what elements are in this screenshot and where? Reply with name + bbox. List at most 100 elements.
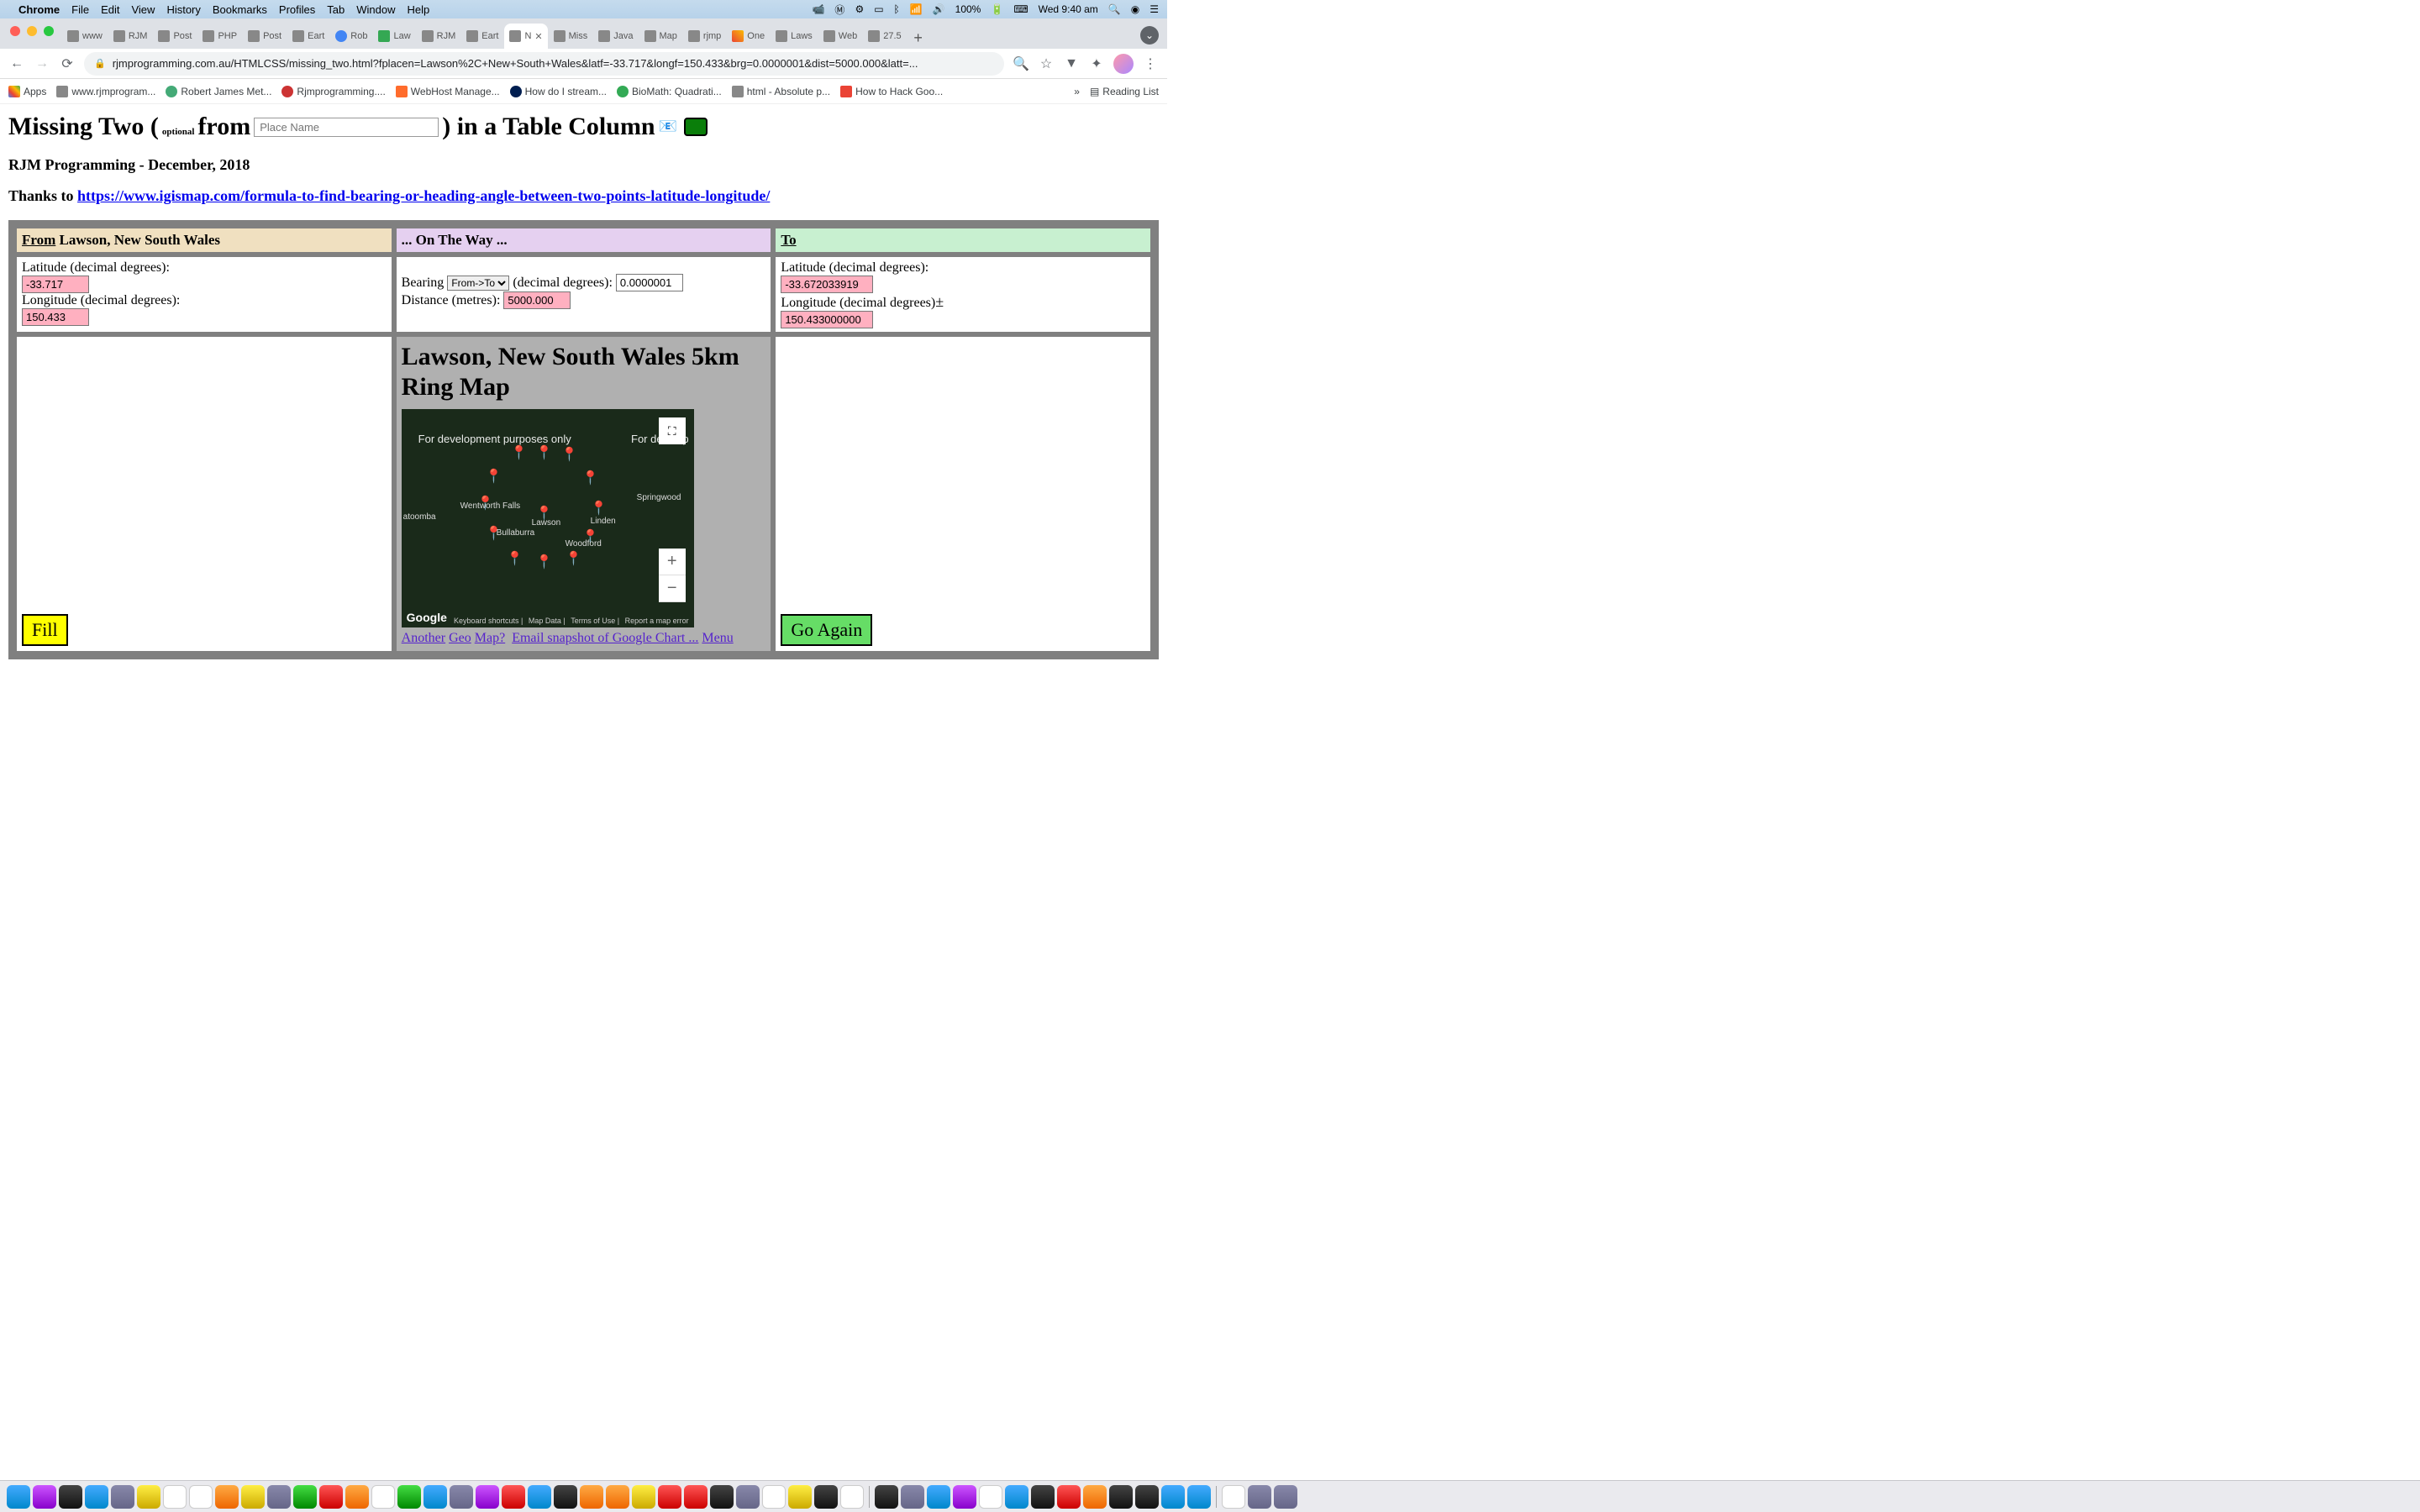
menu-help[interactable]: Help xyxy=(408,3,430,16)
another-link[interactable]: Another xyxy=(402,631,445,645)
search-icon[interactable]: 🔍 xyxy=(1013,55,1029,72)
browser-tab[interactable]: PHP xyxy=(197,24,242,49)
dock-app[interactable] xyxy=(111,1485,134,1509)
dock-app[interactable] xyxy=(1109,1485,1133,1509)
menu-history[interactable]: History xyxy=(166,3,200,16)
menu-edit[interactable]: Edit xyxy=(101,3,119,16)
battery-icon[interactable]: 🔋 xyxy=(991,3,1003,15)
dock-app[interactable] xyxy=(7,1485,30,1509)
dock-app[interactable] xyxy=(1135,1485,1159,1509)
display-icon[interactable]: ▭ xyxy=(874,3,883,15)
google-map[interactable]: For development purposes only For develo… xyxy=(402,409,694,627)
address-bar[interactable]: 🔒 rjmprogramming.com.au/HTMLCSS/missing_… xyxy=(84,52,1004,76)
dock-app[interactable] xyxy=(875,1485,898,1509)
dock-app[interactable] xyxy=(85,1485,108,1509)
control-center-icon[interactable]: ☰ xyxy=(1150,3,1159,15)
input-icon[interactable]: ⌨ xyxy=(1013,3,1028,15)
sync-icon[interactable]: ⚙ xyxy=(855,3,864,15)
dock-app[interactable] xyxy=(371,1485,395,1509)
to-lat-input[interactable] xyxy=(781,276,873,293)
maximize-window-button[interactable] xyxy=(44,26,54,36)
monitor-icon[interactable]: Ⓜ xyxy=(834,3,844,17)
browser-tab[interactable]: Eart xyxy=(287,24,329,49)
dock-app[interactable] xyxy=(658,1485,681,1509)
browser-tab[interactable]: Laws xyxy=(771,24,818,49)
menu-tab[interactable]: Tab xyxy=(327,3,345,16)
dock-app[interactable] xyxy=(1005,1485,1028,1509)
dock-app[interactable] xyxy=(319,1485,343,1509)
dock-app[interactable] xyxy=(580,1485,603,1509)
dock-app[interactable] xyxy=(397,1485,421,1509)
browser-tab[interactable]: RJM xyxy=(417,24,461,49)
dock-app[interactable] xyxy=(1031,1485,1055,1509)
zoom-in-button[interactable]: + xyxy=(659,549,686,575)
dock-app[interactable] xyxy=(979,1485,1002,1509)
fill-button[interactable]: Fill xyxy=(22,614,68,646)
from-lon-input[interactable] xyxy=(22,308,89,326)
thanks-link[interactable]: https://www.igismap.com/formula-to-find-… xyxy=(77,187,770,204)
bookmark-item[interactable]: How do I stream... xyxy=(510,86,607,97)
dock-app[interactable] xyxy=(267,1485,291,1509)
dock-app[interactable] xyxy=(502,1485,525,1509)
browser-tab[interactable]: www xyxy=(62,24,108,49)
bookmark-apps[interactable]: Apps xyxy=(8,86,46,97)
reading-list-button[interactable]: ▤Reading List xyxy=(1090,86,1159,97)
browser-tab[interactable]: Miss xyxy=(549,24,593,49)
volume-icon[interactable]: 🔊 xyxy=(933,3,945,15)
dock-app[interactable] xyxy=(424,1485,447,1509)
dock-app[interactable] xyxy=(814,1485,838,1509)
download-icon[interactable]: ▼ xyxy=(1063,56,1080,71)
close-window-button[interactable] xyxy=(10,26,20,36)
dock-app[interactable] xyxy=(241,1485,265,1509)
geo-link[interactable]: Geo xyxy=(449,631,471,645)
zoom-out-button[interactable]: − xyxy=(659,575,686,602)
dock-app[interactable] xyxy=(710,1485,734,1509)
menu-icon[interactable]: ⋮ xyxy=(1142,55,1159,72)
dock-app[interactable] xyxy=(1187,1485,1211,1509)
menu-link[interactable]: Menu xyxy=(702,631,733,645)
bookmark-overflow[interactable]: » xyxy=(1074,86,1080,97)
dock-app[interactable] xyxy=(684,1485,708,1509)
dock-app[interactable] xyxy=(528,1485,551,1509)
mapq-link[interactable]: Map? xyxy=(475,631,505,645)
dock-app[interactable] xyxy=(788,1485,812,1509)
dock-app[interactable] xyxy=(927,1485,950,1509)
spotlight-icon[interactable]: 🔍 xyxy=(1108,3,1121,15)
back-button[interactable]: ← xyxy=(8,55,25,72)
browser-tab[interactable]: 27.5 xyxy=(863,24,906,49)
browser-tab[interactable]: Post xyxy=(153,24,197,49)
menu-bookmarks[interactable]: Bookmarks xyxy=(213,3,267,16)
dock-app[interactable] xyxy=(215,1485,239,1509)
dock-app[interactable] xyxy=(1161,1485,1185,1509)
extensions-icon[interactable]: ✦ xyxy=(1088,55,1105,72)
dock-app[interactable] xyxy=(1274,1485,1297,1509)
dock-app[interactable] xyxy=(293,1485,317,1509)
dock-app[interactable] xyxy=(554,1485,577,1509)
close-tab-icon[interactable]: ✕ xyxy=(534,31,542,42)
bookmark-item[interactable]: www.rjmprogram... xyxy=(56,86,155,97)
go-again-button[interactable]: Go Again xyxy=(781,614,872,646)
email-snapshot-link[interactable]: Email snapshot of Google Chart ... xyxy=(512,631,698,645)
app-name[interactable]: Chrome xyxy=(18,3,60,16)
browser-tab[interactable]: Web xyxy=(818,24,862,49)
forward-button[interactable]: → xyxy=(34,55,50,72)
dock-app[interactable] xyxy=(762,1485,786,1509)
browser-tab[interactable]: Post xyxy=(243,24,287,49)
dock-app[interactable] xyxy=(345,1485,369,1509)
dock-app[interactable] xyxy=(632,1485,655,1509)
tab-overflow-button[interactable]: ⌄ xyxy=(1140,26,1159,45)
profile-avatar[interactable] xyxy=(1113,54,1134,74)
new-tab-button[interactable]: + xyxy=(908,27,929,49)
dock-app[interactable] xyxy=(736,1485,760,1509)
bookmark-item[interactable]: html - Absolute p... xyxy=(732,86,830,97)
menu-file[interactable]: File xyxy=(71,3,89,16)
menu-window[interactable]: Window xyxy=(356,3,395,16)
dock-app[interactable] xyxy=(189,1485,213,1509)
dock-app[interactable] xyxy=(163,1485,187,1509)
online-badge-icon[interactable] xyxy=(684,118,708,136)
bookmark-item[interactable]: BioMath: Quadrati... xyxy=(617,86,722,97)
browser-tab[interactable]: rjmp xyxy=(683,24,726,49)
dock-app[interactable] xyxy=(450,1485,473,1509)
minimize-window-button[interactable] xyxy=(27,26,37,36)
browser-tab[interactable]: Law xyxy=(373,24,415,49)
